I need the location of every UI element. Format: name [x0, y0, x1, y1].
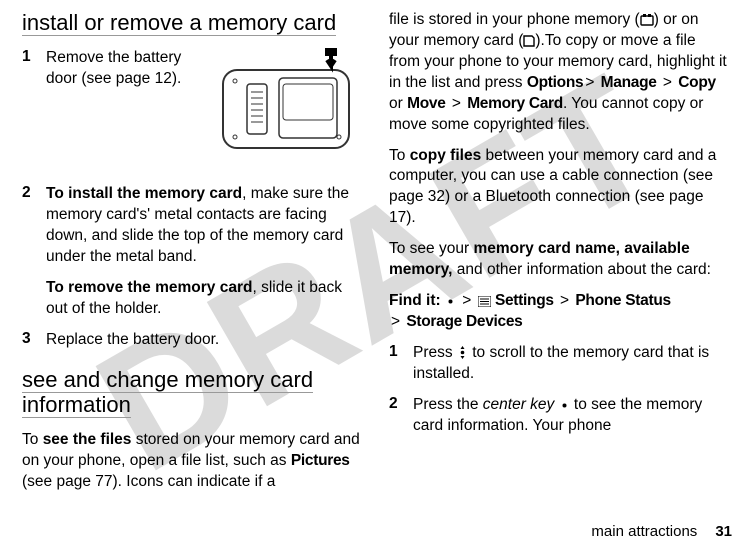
scroll-key-icon	[457, 346, 468, 359]
file-stored-paragraph: file is stored in your phone memory () o…	[389, 10, 728, 136]
see-files-paragraph: To see the files stored on your memory c…	[22, 430, 361, 493]
step-number: 1	[389, 343, 413, 385]
right-step-2: 2 Press the center key to see the memory…	[389, 395, 728, 437]
step-number: 1	[22, 48, 46, 174]
settings-menu-icon	[478, 296, 491, 307]
step-body: Press to scroll to the memory card that …	[413, 343, 728, 385]
step-number: 3	[22, 330, 46, 351]
left-column: install or remove a memory card 1	[12, 10, 375, 538]
center-key-icon	[445, 296, 456, 307]
copy-files-paragraph: To copy files between your memory card a…	[389, 146, 728, 230]
memory-card-icon	[523, 35, 535, 47]
step-body: Remove the battery door (see page 12).	[46, 48, 361, 174]
right-column: file is stored in your phone memory () o…	[375, 10, 738, 538]
memory-info-paragraph: To see your memory card name, available …	[389, 239, 728, 281]
step-2-extra: To remove the memory card, slide it back…	[46, 278, 361, 320]
heading-install-remove: install or remove a memory card	[22, 10, 361, 36]
right-step-1: 1 Press to scroll to the memory card tha…	[389, 343, 728, 385]
step-body: Press the center key to see the memory c…	[413, 395, 728, 437]
page-content: install or remove a memory card 1	[0, 0, 754, 548]
phone-memory-icon	[640, 14, 654, 26]
step-2: 2 To install the memory card, make sure …	[22, 184, 361, 268]
step-1: 1	[22, 48, 361, 174]
phone-illustration	[211, 48, 361, 168]
center-key-icon	[559, 400, 570, 411]
heading-see-change: see and change memory card information	[22, 367, 361, 419]
step-body: Replace the battery door.	[46, 330, 361, 351]
step-3: 3 Replace the battery door.	[22, 330, 361, 351]
step-number: 2	[22, 184, 46, 268]
step-body: To install the memory card, make sure th…	[46, 184, 361, 268]
step-number: 2	[389, 395, 413, 437]
find-it-line: Find it: > Settings > Phone Status> Stor…	[389, 291, 728, 333]
